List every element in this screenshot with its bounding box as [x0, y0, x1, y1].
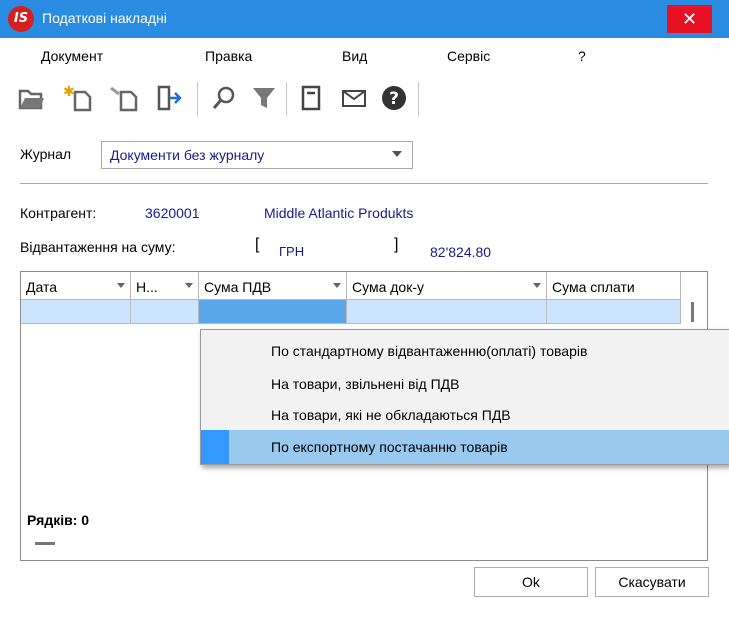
- help-icon[interactable]: ?: [378, 82, 410, 114]
- column-header-doc-sum[interactable]: Сума док-у: [347, 272, 547, 300]
- shipment-label: Відвантаження на суму:: [20, 239, 176, 255]
- menu-service[interactable]: Сервіс: [447, 48, 490, 64]
- table-cell[interactable]: [21, 300, 131, 324]
- close-bracket: ]: [394, 236, 399, 253]
- table-cell[interactable]: [347, 300, 547, 324]
- shipment-amount: 82'824.80: [430, 244, 492, 260]
- edit-document-icon[interactable]: [108, 82, 140, 114]
- context-menu-item-label: По експортному постачанню товарів: [271, 439, 508, 455]
- svg-text:?: ?: [389, 89, 399, 109]
- journal-value: Документи без журналу: [110, 147, 265, 163]
- mail-icon[interactable]: [338, 82, 370, 114]
- context-menu: По стандартному відвантаженню(оплаті) то…: [200, 329, 729, 465]
- selection-marker: [201, 430, 229, 464]
- table-cell[interactable]: [547, 300, 681, 324]
- chevron-down-icon[interactable]: [333, 283, 341, 288]
- svg-text:✱: ✱: [63, 84, 75, 100]
- context-menu-item[interactable]: По стандартному відвантаженню(оплаті) то…: [201, 334, 729, 368]
- column-header-payment-sum[interactable]: Сума сплати: [547, 272, 681, 300]
- chevron-down-icon: [392, 151, 402, 157]
- journal-label: Журнал: [20, 146, 72, 162]
- vertical-scrollbar[interactable]: [691, 302, 694, 322]
- column-label: Дата: [26, 279, 58, 295]
- search-icon[interactable]: [208, 82, 240, 114]
- context-menu-item-label: На товари, звільнені від ПДВ: [271, 376, 460, 392]
- counterparty-code: 3620001: [145, 205, 200, 221]
- divider: [20, 183, 708, 184]
- column-header-vat-sum[interactable]: Сума ПДВ: [199, 272, 347, 300]
- journal-select[interactable]: Документи без журналу: [101, 141, 413, 169]
- rows-count: Рядків: 0: [27, 512, 90, 528]
- table-cell[interactable]: [199, 300, 347, 324]
- column-label: Сума ПДВ: [204, 279, 272, 295]
- app-logo: IS: [8, 6, 34, 32]
- menu-view[interactable]: Вид: [342, 48, 367, 64]
- page-icon[interactable]: [295, 82, 327, 114]
- new-document-icon[interactable]: ✱: [62, 82, 94, 114]
- menu-edit[interactable]: Правка: [205, 48, 252, 64]
- column-label: Сума сплати: [552, 279, 635, 295]
- horizontal-scrollbar[interactable]: [35, 542, 55, 545]
- context-menu-item-selected[interactable]: По експортному постачанню товарів: [201, 430, 729, 464]
- chevron-down-icon[interactable]: [185, 283, 193, 288]
- currency: ГРН: [279, 244, 305, 259]
- column-label: Сума док-у: [352, 279, 424, 295]
- cancel-button[interactable]: Скасувати: [595, 567, 709, 597]
- toolbar-separator: [286, 82, 287, 116]
- toolbar-separator: [418, 82, 419, 116]
- table-cell[interactable]: [131, 300, 199, 324]
- ok-button[interactable]: Ok: [474, 567, 588, 597]
- column-header-number[interactable]: Н...: [131, 272, 199, 300]
- column-header-date[interactable]: Дата: [21, 272, 131, 300]
- chevron-down-icon[interactable]: [117, 283, 125, 288]
- counterparty-name: Middle Atlantic Produkts: [264, 205, 414, 221]
- title-bar: IS Податкові накладні ✕: [0, 0, 729, 38]
- counterparty-label: Контрагент:: [20, 205, 97, 221]
- exit-icon[interactable]: [153, 82, 185, 114]
- menu-help[interactable]: ?: [578, 48, 586, 64]
- toolbar-separator: [197, 82, 198, 116]
- context-menu-item[interactable]: На товари, звільнені від ПДВ: [201, 367, 729, 401]
- open-folder-icon[interactable]: [16, 82, 48, 114]
- menu-document[interactable]: Документ: [41, 48, 103, 64]
- chevron-down-icon[interactable]: [533, 283, 541, 288]
- open-bracket: [: [255, 236, 260, 253]
- context-menu-item-label: На товари, які не обкладаються ПДВ: [271, 407, 511, 423]
- context-menu-item[interactable]: На товари, які не обкладаються ПДВ: [201, 398, 729, 432]
- window-title: Податкові накладні: [42, 10, 167, 26]
- context-menu-item-label: По стандартному відвантаженню(оплаті) то…: [271, 343, 588, 359]
- close-button[interactable]: ✕: [667, 5, 712, 33]
- filter-icon[interactable]: [248, 82, 280, 114]
- column-label: Н...: [136, 279, 158, 295]
